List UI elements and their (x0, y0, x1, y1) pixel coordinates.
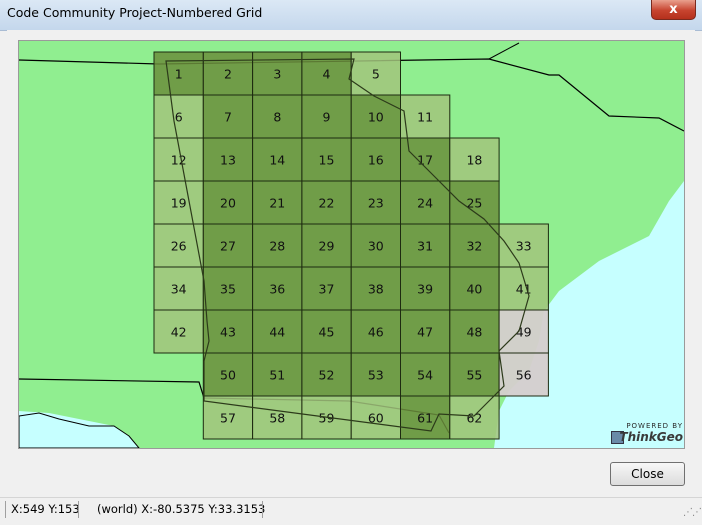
grid-cell-label: 5 (372, 67, 380, 82)
map-canvas[interactable]: 1 2 3 4 56 7 8 9 10 1112 13 14 15 16 17 1819 20 21 22 23 24 2… (19, 41, 684, 448)
grid-cell-label: 14 (269, 153, 285, 168)
grid-cell-label: 9 (323, 110, 331, 125)
client-area: 1 2 3 4 5 6 7 8 9 10 11 12 13 14 15 16 17 18 19 20 21 22 23 24 2… (7, 30, 695, 495)
grid-cell-label: 51 (269, 368, 285, 383)
badge-caption: POWERED BY (626, 422, 683, 430)
grid-cell-label: 54 (417, 368, 433, 383)
status-separator (262, 501, 263, 518)
grid-cell-label: 2 (224, 67, 232, 82)
grid-cell-label: 19 (171, 196, 187, 211)
grid-cell-label: 57 (220, 411, 236, 426)
grid-cell-label: 38 (368, 282, 384, 297)
app-window: Code Community Project-Numbered Grid x 1… (0, 0, 702, 525)
grid-cell-label: 11 (417, 110, 433, 125)
grid-cell-label: 62 (466, 411, 482, 426)
grid-cell-label: 32 (466, 239, 482, 254)
grid-cell-label: 33 (516, 239, 532, 254)
grid-cell-label: 10 (368, 110, 384, 125)
title-bar[interactable]: Code Community Project-Numbered Grid x (0, 0, 702, 31)
grid-cell-label: 61 (417, 411, 433, 426)
close-button[interactable]: Close (610, 462, 685, 486)
grid-cell-label: 30 (368, 239, 384, 254)
grid-cell-label: 37 (319, 282, 335, 297)
grid-cell-label: 31 (417, 239, 433, 254)
grid-cell-label: 44 (269, 325, 285, 340)
grid-cell-label: 28 (269, 239, 285, 254)
grid-cell-label: 26 (171, 239, 187, 254)
grid-cell-label: 34 (171, 282, 187, 297)
grid-cell-label: 27 (220, 239, 236, 254)
grid-cell-label: 8 (273, 110, 281, 125)
grid-cell-label: 12 (171, 153, 187, 168)
grid-cell-label: 52 (319, 368, 335, 383)
grid-cell-label: 1 (175, 67, 183, 82)
grid-cell-label: 6 (175, 110, 183, 125)
grid-cell-label: 13 (220, 153, 236, 168)
badge-brand: ThinkGeo (619, 430, 683, 444)
resize-grip-icon[interactable]: ⋰⋰ (683, 507, 702, 518)
grid-cell-label: 3 (273, 67, 281, 82)
grid-cell-label: 21 (269, 196, 285, 211)
grid-cell-label: 4 (323, 67, 331, 82)
grid-cell-label: 55 (466, 368, 482, 383)
grid-cell-label: 58 (269, 411, 285, 426)
grid-cell-label: 7 (224, 110, 232, 125)
grid-cell-label: 43 (220, 325, 236, 340)
grid-cell-label: 29 (319, 239, 335, 254)
grid-cell-label: 17 (417, 153, 433, 168)
grid-cell-label: 18 (466, 153, 482, 168)
grid-cell-label: 36 (269, 282, 285, 297)
grid-cell-label: 39 (417, 282, 433, 297)
grid-cell-label: 56 (516, 368, 532, 383)
grid-cell-label: 35 (220, 282, 236, 297)
status-separator (78, 501, 79, 518)
grid-cell-label: 46 (368, 325, 384, 340)
world-coords: (world) X:-80.5375 Y:33.3153 (97, 502, 266, 516)
grid-cell-label: 53 (368, 368, 384, 383)
window-title: Code Community Project-Numbered Grid (7, 5, 263, 20)
grid-cell-label: 47 (417, 325, 433, 340)
map-view[interactable]: 1 2 3 4 5 6 7 8 9 10 11 12 13 14 15 16 17 18 19 20 21 22 23 24 2… (18, 40, 685, 449)
grid-cell-label: 22 (319, 196, 335, 211)
powered-by-badge: POWERED BY ThinkGeo (611, 422, 683, 444)
grid-cell-label: 41 (516, 282, 532, 297)
grid-cell-label: 48 (466, 325, 482, 340)
status-separator (5, 501, 6, 518)
grid-cell-label: 50 (220, 368, 236, 383)
window-close-button[interactable]: x (651, 0, 696, 20)
grid-cell-label: 20 (220, 196, 236, 211)
status-bar: X:549 Y:153 (world) X:-80.5375 Y:33.3153… (0, 497, 702, 525)
grid-cell-label: 45 (319, 325, 335, 340)
grid-cell-label: 24 (417, 196, 433, 211)
grid-cell-label: 23 (368, 196, 384, 211)
grid-cell-label: 16 (368, 153, 384, 168)
grid-cell-label: 42 (171, 325, 187, 340)
grid-cell-label: 40 (466, 282, 482, 297)
screen-coords: X:549 Y:153 (11, 502, 80, 516)
grid-cell-label: 15 (319, 153, 335, 168)
